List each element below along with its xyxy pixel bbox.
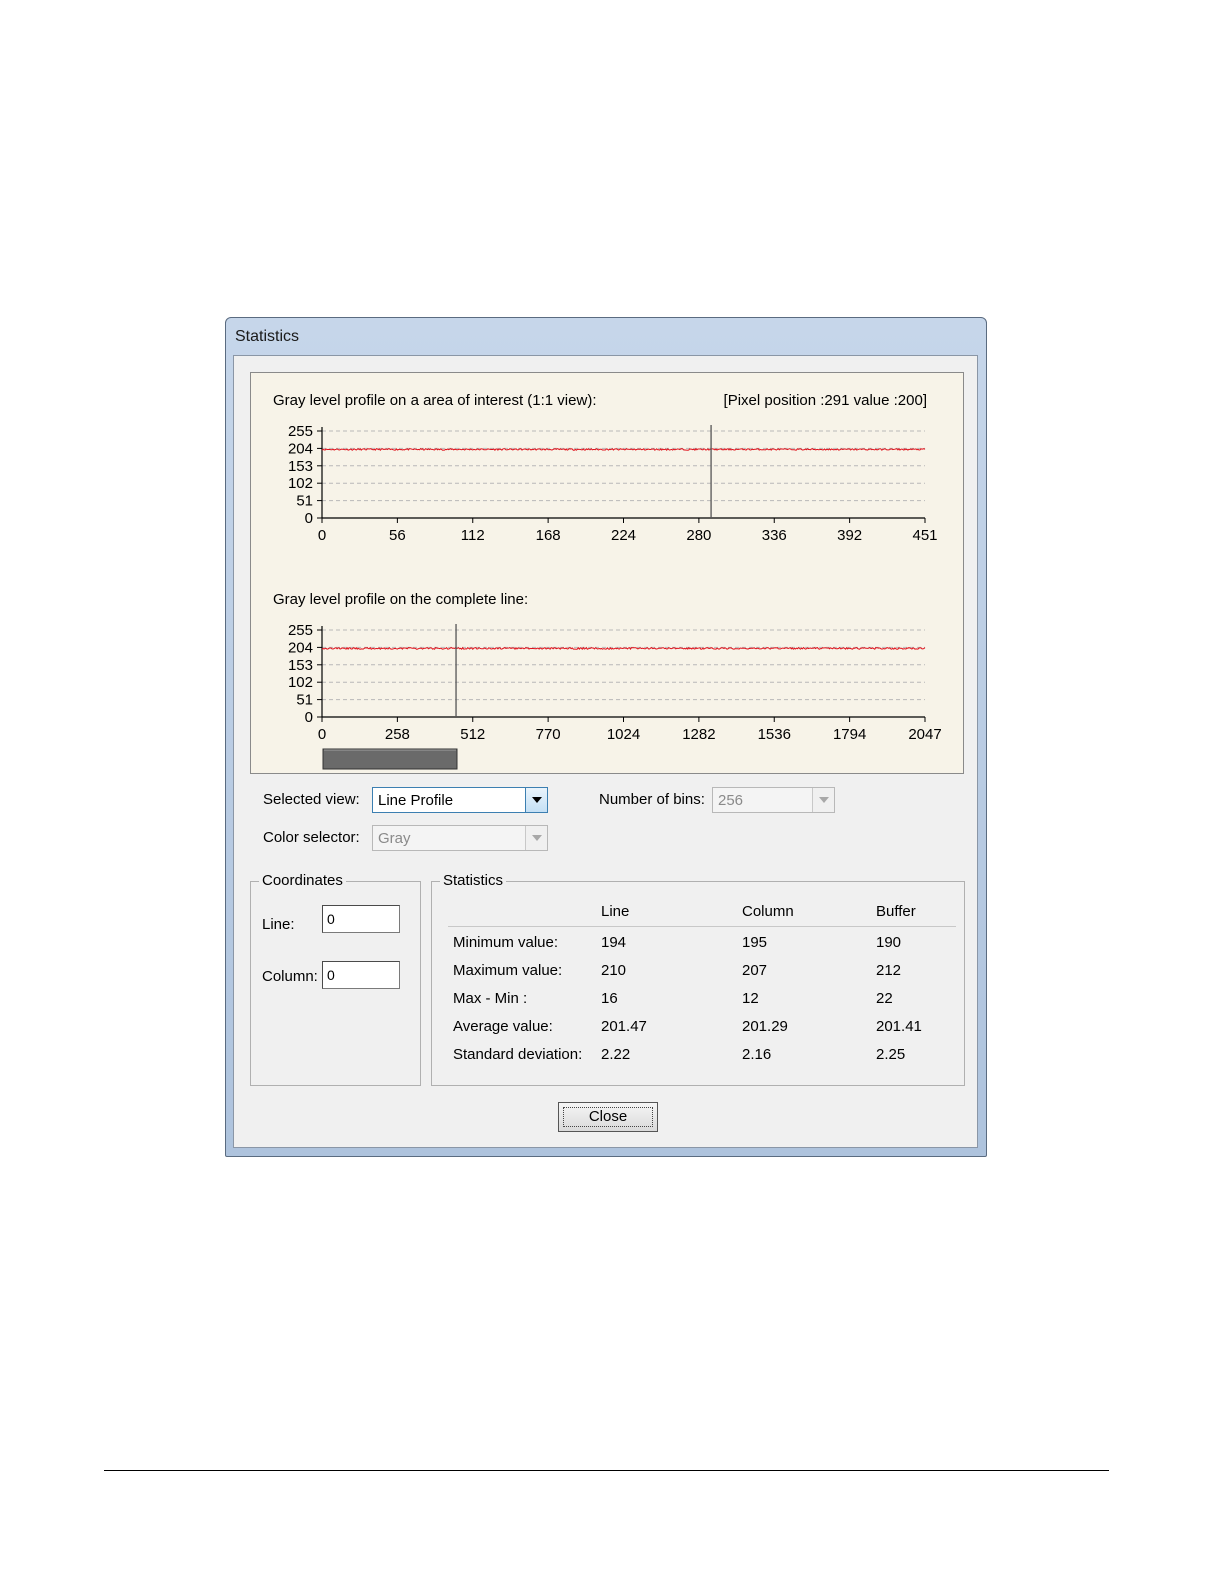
dialog-client: Gray level profile on a area of interest… — [233, 355, 978, 1148]
x-tick-label: 1282 — [682, 726, 715, 743]
column-header-column: Column — [742, 903, 794, 920]
row-label: Average value: — [453, 1018, 553, 1035]
chart-panel: Gray level profile on a area of interest… — [250, 372, 964, 774]
y-tick-label: 102 — [288, 674, 313, 691]
x-tick-label: 1536 — [758, 726, 791, 743]
bins-label: Number of bins: — [599, 791, 705, 808]
row-value-column: 195 — [742, 934, 768, 951]
table-row: Max - Min : 16 12 22 — [448, 990, 956, 1014]
x-tick-label: 0 — [318, 726, 326, 743]
x-tick-label: 392 — [837, 527, 862, 544]
table-row: Standard deviation: 2.22 2.16 2.25 — [448, 1046, 956, 1070]
row-value-buffer: 212 — [876, 962, 902, 979]
statistics-window: Statistics Gray level profile on a area … — [225, 317, 987, 1157]
column-label: Column: — [262, 968, 318, 985]
row-value-line: 201.47 — [601, 1018, 647, 1035]
selected-view-value: Line Profile — [378, 792, 454, 809]
y-tick-label: 102 — [288, 475, 313, 492]
color-selector-value: Gray — [378, 830, 411, 847]
bins-dropdown[interactable]: 256 — [712, 787, 835, 813]
x-tick-label: 2047 — [908, 726, 941, 743]
table-row: Minimum value: 194 195 190 — [448, 934, 956, 958]
page-footer-rule — [104, 1470, 1109, 1471]
selected-view-dropdown[interactable]: Line Profile — [372, 787, 548, 813]
column-header-buffer: Buffer — [876, 903, 916, 920]
bins-dropdown-button[interactable] — [812, 788, 834, 812]
row-value-column: 2.16 — [742, 1046, 772, 1063]
table-row: Maximum value: 210 207 212 — [448, 962, 956, 986]
row-value-column: 201.29 — [742, 1018, 788, 1035]
close-button-label: Close — [588, 1108, 628, 1125]
x-tick-label: 258 — [385, 726, 410, 743]
x-tick-label: 1794 — [833, 726, 866, 743]
selected-view-dropdown-button[interactable] — [525, 788, 547, 812]
profile-series-line — [321, 447, 926, 451]
chart-title: Gray level profile on the complete line: — [273, 591, 528, 608]
color-selector-label: Color selector: — [263, 829, 360, 846]
profile-charts: Gray level profile on a area of interest… — [273, 392, 942, 770]
y-tick-label: 153 — [288, 458, 313, 475]
row-value-line: 2.22 — [601, 1046, 631, 1063]
chevron-down-icon — [819, 797, 829, 803]
x-tick-label: 770 — [536, 726, 561, 743]
y-tick-label: 255 — [288, 622, 313, 639]
row-label: Maximum value: — [453, 962, 563, 979]
window-title: Statistics — [235, 328, 300, 345]
row-value-buffer: 22 — [876, 990, 893, 1007]
x-tick-label: 512 — [460, 726, 485, 743]
row-value-column: 207 — [742, 962, 768, 979]
y-tick-label: 255 — [288, 423, 313, 440]
column-input[interactable] — [322, 961, 400, 989]
coordinates-title: Coordinates — [259, 872, 346, 889]
selected-view-label: Selected view: — [263, 791, 360, 808]
chart-title: Gray level profile on a area of interest… — [273, 392, 596, 409]
row-value-line: 194 — [601, 934, 627, 951]
color-selector-dropdown[interactable]: Gray — [372, 825, 548, 851]
pixel-readout: [Pixel position :291 value :200] — [724, 392, 927, 409]
x-tick-label: 224 — [611, 527, 636, 544]
x-tick-label: 112 — [461, 527, 485, 544]
row-label: Standard deviation: — [453, 1046, 583, 1063]
y-tick-label: 204 — [288, 639, 313, 656]
y-tick-label: 0 — [305, 510, 313, 527]
row-label: Minimum value: — [453, 934, 559, 951]
x-tick-label: 56 — [389, 527, 406, 544]
x-tick-label: 451 — [912, 527, 937, 544]
x-tick-label: 280 — [686, 527, 711, 544]
row-value-buffer: 2.25 — [876, 1046, 906, 1063]
y-tick-label: 0 — [305, 709, 313, 726]
line-input[interactable] — [322, 905, 400, 933]
statistics-title: Statistics — [440, 872, 507, 889]
profile-series-line — [321, 646, 926, 650]
x-tick-label: 336 — [762, 527, 787, 544]
x-tick-label: 0 — [318, 527, 326, 544]
statistics-header: Line Column Buffer — [448, 902, 956, 927]
y-tick-label: 51 — [296, 493, 313, 510]
line-label: Line: — [262, 916, 295, 933]
chevron-down-icon — [532, 835, 542, 841]
row-value-buffer: 190 — [876, 934, 902, 951]
x-tick-label: 168 — [536, 527, 561, 544]
y-tick-label: 204 — [288, 440, 313, 457]
row-value-line: 210 — [601, 962, 627, 979]
close-button[interactable]: Close — [558, 1102, 658, 1132]
color-selector-dropdown-button[interactable] — [525, 826, 547, 850]
row-value-column: 12 — [742, 990, 759, 1007]
column-header-line: Line — [601, 903, 630, 920]
row-label: Max - Min : — [453, 990, 528, 1007]
range-scrollbar-thumb — [322, 748, 458, 770]
row-value-line: 16 — [601, 990, 618, 1007]
chevron-down-icon — [532, 797, 542, 803]
statistics-group: Statistics Line Column Buffer Minimum va… — [431, 872, 965, 1086]
row-value-buffer: 201.41 — [876, 1018, 922, 1035]
y-tick-label: 51 — [296, 692, 313, 709]
table-row: Average value: 201.47 201.29 201.41 — [448, 1018, 956, 1042]
x-tick-label: 1024 — [607, 726, 640, 743]
y-tick-label: 153 — [288, 657, 313, 674]
bins-value: 256 — [718, 792, 744, 809]
coordinates-group: Coordinates Line: Column: — [250, 872, 421, 1086]
